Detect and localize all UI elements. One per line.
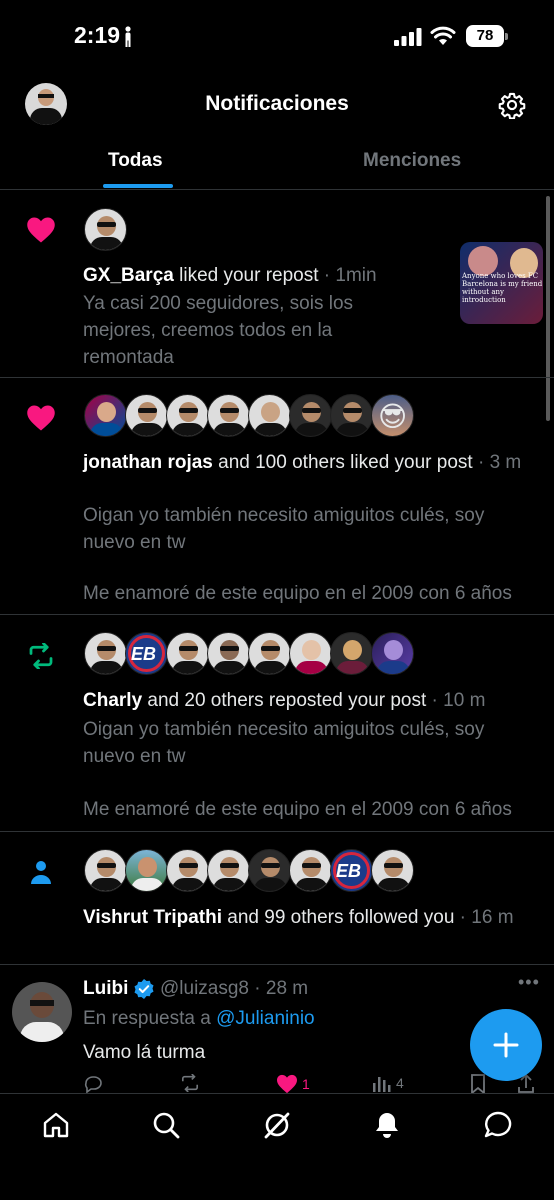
avatar[interactable] <box>207 394 250 437</box>
repost-icon <box>29 643 53 669</box>
notification-preview-continued: Me enamoré de este equipo en el 2009 con… <box>83 583 512 604</box>
avatar[interactable] <box>166 632 209 675</box>
avatar[interactable] <box>84 849 127 892</box>
heart-icon <box>27 405 55 431</box>
bookmark-icon <box>471 1074 485 1094</box>
like-count: 1 <box>302 1076 310 1092</box>
views-button[interactable]: 4 <box>372 1074 404 1092</box>
notifications-bell-icon[interactable] <box>372 1110 402 1140</box>
avatar[interactable] <box>166 394 209 437</box>
plus-icon <box>493 1032 519 1058</box>
notification-item[interactable]: EB Vishrut Tripathi and 99 others follow… <box>0 832 554 964</box>
post-actions: 1 4 <box>83 1074 543 1094</box>
grok-icon[interactable] <box>262 1110 292 1140</box>
post-author-name[interactable]: Luibi <box>83 978 128 1000</box>
avatar[interactable] <box>289 394 332 437</box>
avatar[interactable]: EB <box>125 632 168 675</box>
avatar[interactable] <box>248 394 291 437</box>
more-options-icon[interactable]: ••• <box>518 972 540 993</box>
notification-item[interactable]: 😎 jonathan rojas and 100 others liked yo… <box>0 378 554 614</box>
avatar[interactable] <box>330 394 373 437</box>
notification-item[interactable]: EB Charly and 20 others reposted your po… <box>0 615 554 831</box>
avatar[interactable] <box>166 849 209 892</box>
post-body: Vamo lá turma <box>83 1042 206 1063</box>
actor-name[interactable]: GX_Barça <box>83 265 174 286</box>
post-handle[interactable]: @luizasg8 · 28 m <box>160 978 308 1000</box>
tab-mentions[interactable]: Menciones <box>363 150 461 172</box>
like-button[interactable]: 1 <box>276 1074 310 1094</box>
notification-preview: Oigan yo también necesito amiguitos culé… <box>83 505 485 553</box>
reply-context: En respuesta a @Julianinio <box>83 1008 315 1029</box>
notification-preview: Ya casi 200 seguidores, sois los mejores… <box>83 293 354 368</box>
actor-name[interactable]: Charly <box>83 690 142 711</box>
verified-badge-icon <box>134 979 154 999</box>
notification-headline: Vishrut Tripathi and 99 others followed … <box>83 907 514 928</box>
view-count: 4 <box>396 1075 404 1091</box>
tab-bar: Todas Menciones <box>0 146 554 188</box>
bottom-nav <box>0 1093 554 1200</box>
wifi-icon <box>430 26 456 45</box>
reply-button[interactable] <box>83 1074 103 1094</box>
avatar[interactable] <box>207 632 250 675</box>
avatar[interactable] <box>289 632 332 675</box>
avatar[interactable] <box>84 208 127 251</box>
avatar[interactable] <box>84 632 127 675</box>
reply-to-link[interactable]: @Julianinio <box>216 1008 315 1029</box>
heart-icon <box>277 1074 297 1094</box>
active-tab-indicator <box>103 184 173 188</box>
person-icon <box>31 861 51 884</box>
cellular-signal-icon <box>394 28 422 46</box>
actor-name[interactable]: Vishrut Tripathi <box>83 907 222 928</box>
battery-indicator: 78 <box>466 25 508 47</box>
notification-headline: jonathan rojas and 100 others liked your… <box>83 452 522 473</box>
avatar[interactable] <box>125 394 168 437</box>
avatar[interactable] <box>207 849 250 892</box>
repost-icon <box>181 1074 199 1092</box>
header: Notificaciones Todas Menciones <box>0 78 554 188</box>
status-bar: 2:19 78 <box>0 0 554 72</box>
compose-button[interactable] <box>470 1009 542 1081</box>
search-icon[interactable] <box>151 1110 181 1140</box>
person-walking-icon <box>125 26 131 47</box>
heart-icon <box>27 217 55 243</box>
media-caption: Anyone who loves FC Barcelona is my frie… <box>462 272 543 304</box>
avatar[interactable] <box>371 632 414 675</box>
gear-icon[interactable] <box>498 91 526 119</box>
page-title: Notificaciones <box>205 92 349 115</box>
analytics-icon <box>373 1077 391 1092</box>
avatar[interactable] <box>84 394 127 437</box>
reply-icon <box>84 1076 102 1094</box>
avatar[interactable] <box>330 632 373 675</box>
post[interactable]: Luibi @luizasg8 · 28 m ••• En respuesta … <box>0 966 554 1096</box>
avatar[interactable] <box>371 849 414 892</box>
avatar[interactable] <box>289 849 332 892</box>
messages-icon[interactable] <box>483 1110 513 1140</box>
tab-all[interactable]: Todas <box>108 150 163 172</box>
notification-headline: Charly and 20 others reposted your post … <box>83 690 486 711</box>
media-thumbnail[interactable]: Anyone who loves FC Barcelona is my frie… <box>460 242 543 324</box>
divider <box>0 964 554 965</box>
bookmark-button[interactable] <box>469 1074 487 1094</box>
avatar[interactable] <box>248 632 291 675</box>
status-time: 2:19 <box>74 22 121 48</box>
notification-preview: Oigan yo también necesito amiguitos culé… <box>83 719 485 767</box>
actor-name[interactable]: jonathan rojas <box>83 452 213 473</box>
avatar[interactable]: EB <box>330 849 373 892</box>
avatar[interactable] <box>125 849 168 892</box>
avatar[interactable] <box>248 849 291 892</box>
home-icon[interactable] <box>41 1110 71 1140</box>
post-author-avatar[interactable] <box>12 982 72 1042</box>
battery-level: 78 <box>476 27 494 44</box>
sunglasses-emoji-icon: 😎 <box>378 401 408 432</box>
notification-preview-continued: Me enamoré de este equipo en el 2009 con… <box>83 799 512 820</box>
avatar[interactable]: 😎 <box>371 394 414 437</box>
repost-button[interactable] <box>179 1074 201 1092</box>
